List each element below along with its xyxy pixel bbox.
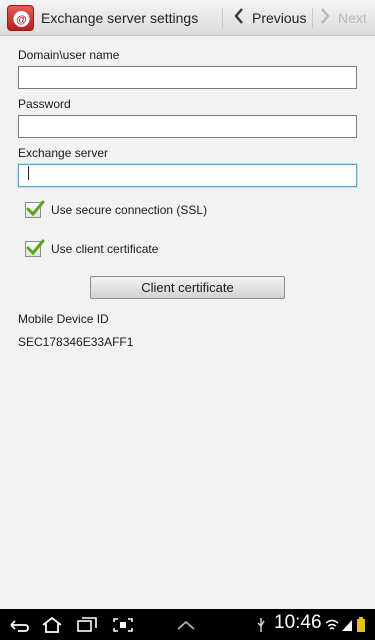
- device-id-label: Mobile Device ID: [18, 312, 109, 326]
- exchange-server-label: Exchange server: [18, 146, 109, 160]
- previous-button[interactable]: Previous: [234, 0, 306, 36]
- client-cert-checkbox-row[interactable]: Use client certificate: [25, 239, 159, 257]
- text-cursor: [28, 166, 29, 180]
- page-title: Exchange server settings: [41, 10, 199, 26]
- device-id-value: SEC178346E33AFF1: [18, 335, 134, 349]
- signal-icon: [341, 609, 353, 640]
- battery-icon: [356, 609, 366, 640]
- password-input[interactable]: [18, 115, 357, 138]
- chevron-left-icon: [234, 7, 244, 29]
- usb-icon: [256, 609, 266, 640]
- screenshot-icon[interactable]: [112, 609, 134, 640]
- ssl-checkbox-row[interactable]: Use secure connection (SSL): [25, 200, 208, 218]
- next-label: Next: [338, 10, 367, 26]
- email-app-icon[interactable]: @: [7, 5, 34, 31]
- svg-text:@: @: [16, 14, 27, 26]
- wifi-icon: [325, 609, 339, 640]
- client-cert-checkbox[interactable]: [25, 239, 45, 257]
- ssl-label: Use secure connection (SSL): [51, 202, 208, 217]
- clock: 10:46: [274, 612, 322, 633]
- domain-username-label: Domain\user name: [18, 48, 120, 62]
- chevron-up-icon[interactable]: [175, 609, 197, 640]
- next-button: Next: [320, 0, 367, 36]
- ssl-checkbox[interactable]: [25, 200, 45, 218]
- action-bar: @ Exchange server settings Previous Next: [0, 0, 375, 36]
- recent-apps-icon[interactable]: [76, 609, 98, 640]
- client-certificate-button[interactable]: Client certificate: [90, 276, 285, 299]
- system-bar: 10:46: [0, 609, 375, 640]
- home-icon[interactable]: [41, 609, 63, 640]
- client-cert-label: Use client certificate: [51, 241, 159, 256]
- exchange-server-input[interactable]: [18, 164, 357, 187]
- checkmark-icon: [26, 239, 45, 255]
- password-label: Password: [18, 97, 71, 111]
- back-icon[interactable]: [8, 609, 30, 640]
- divider: [222, 8, 223, 28]
- checkmark-icon: [26, 200, 45, 216]
- domain-username-input[interactable]: [18, 66, 357, 89]
- chevron-right-icon: [320, 7, 330, 29]
- divider: [312, 8, 313, 28]
- previous-label: Previous: [252, 10, 307, 26]
